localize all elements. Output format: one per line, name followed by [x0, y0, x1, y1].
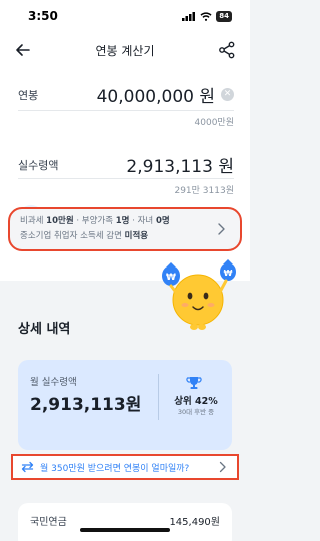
back-arrow-icon[interactable] — [14, 41, 32, 59]
clear-icon[interactable]: ✕ — [221, 88, 234, 101]
signal-icon — [182, 11, 196, 21]
take-home-value: 2,913,113 원 — [126, 157, 234, 177]
pension-row: 국민연금 145,490원 — [18, 503, 232, 541]
salary-value[interactable]: 40,000,000 원 — [97, 82, 215, 107]
trophy-icon — [186, 377, 202, 389]
chevron-right-icon — [218, 223, 225, 235]
settings-text: · 자녀 — [129, 216, 156, 226]
take-home-row: 실수령액 2,913,113 원 — [18, 152, 234, 177]
mascot-illustration: ₩ ₩ — [162, 259, 236, 330]
pension-label: 국민연금 — [30, 517, 67, 528]
settings-text: 비과세 — [20, 216, 47, 226]
take-home-sub: 291만 3113원 — [174, 186, 234, 196]
settings-text: · 부양가족 — [73, 216, 116, 226]
monthly-value: 2,913,113원 — [30, 395, 142, 415]
cta-label: 월 350만원 받으려면 연봉이 얼마일까? — [40, 463, 190, 474]
settings-value: 1명 — [115, 216, 130, 226]
rank-subtext: 30대 후반 중 — [177, 408, 215, 416]
salary-sub: 4000만원 — [194, 118, 234, 128]
salary-row[interactable]: 연봉 40,000,000 원 ✕ — [18, 82, 234, 107]
divider — [18, 110, 234, 111]
settings-line-1: 비과세 10만원 · 부양가족 1명 · 자녀 0명 — [20, 214, 230, 229]
monthly-label: 월 실수령액 — [30, 377, 77, 388]
deduction-settings-button[interactable]: 비과세 10만원 · 부양가족 1명 · 자녀 0명 중소기업 취업자 소득세 … — [8, 207, 242, 251]
status-bar: 3:50 84 — [0, 0, 250, 32]
wifi-icon — [200, 11, 212, 21]
details-title: 상세 내역 — [18, 322, 71, 337]
svg-text:₩: ₩ — [166, 273, 176, 283]
nav-bar: 연봉 계산기 — [0, 32, 250, 68]
reverse-calculation-button[interactable]: 월 350만원 받으려면 연봉이 얼마일까? — [11, 454, 239, 480]
svg-text:₩: ₩ — [224, 269, 233, 278]
settings-line-2: 중소기업 취업자 소득세 감면 미적용 — [20, 229, 230, 244]
home-indicator — [80, 528, 170, 532]
salary-label: 연봉 — [18, 88, 39, 102]
divider — [158, 374, 159, 420]
status-icons: 84 — [182, 10, 232, 22]
page-title: 연봉 계산기 — [95, 43, 155, 58]
status-time: 3:50 — [28, 9, 58, 23]
swap-horizontal-icon — [21, 461, 34, 473]
settings-text: 중소기업 취업자 소득세 감면 — [20, 231, 125, 241]
battery-icon: 84 — [216, 10, 232, 22]
take-home-label: 실수령액 — [18, 158, 59, 172]
chevron-right-icon — [219, 461, 226, 473]
pension-value: 145,490원 — [169, 517, 220, 528]
monthly-summary-card: 월 실수령액 2,913,113원 상위 42% 30대 후반 중 — [18, 360, 232, 450]
settings-value: 미적용 — [124, 231, 149, 241]
rank-value: 상위 42% — [174, 396, 218, 407]
share-icon[interactable] — [218, 41, 236, 59]
settings-value: 0명 — [155, 216, 170, 226]
settings-value: 10만원 — [46, 216, 74, 226]
divider — [18, 178, 234, 179]
